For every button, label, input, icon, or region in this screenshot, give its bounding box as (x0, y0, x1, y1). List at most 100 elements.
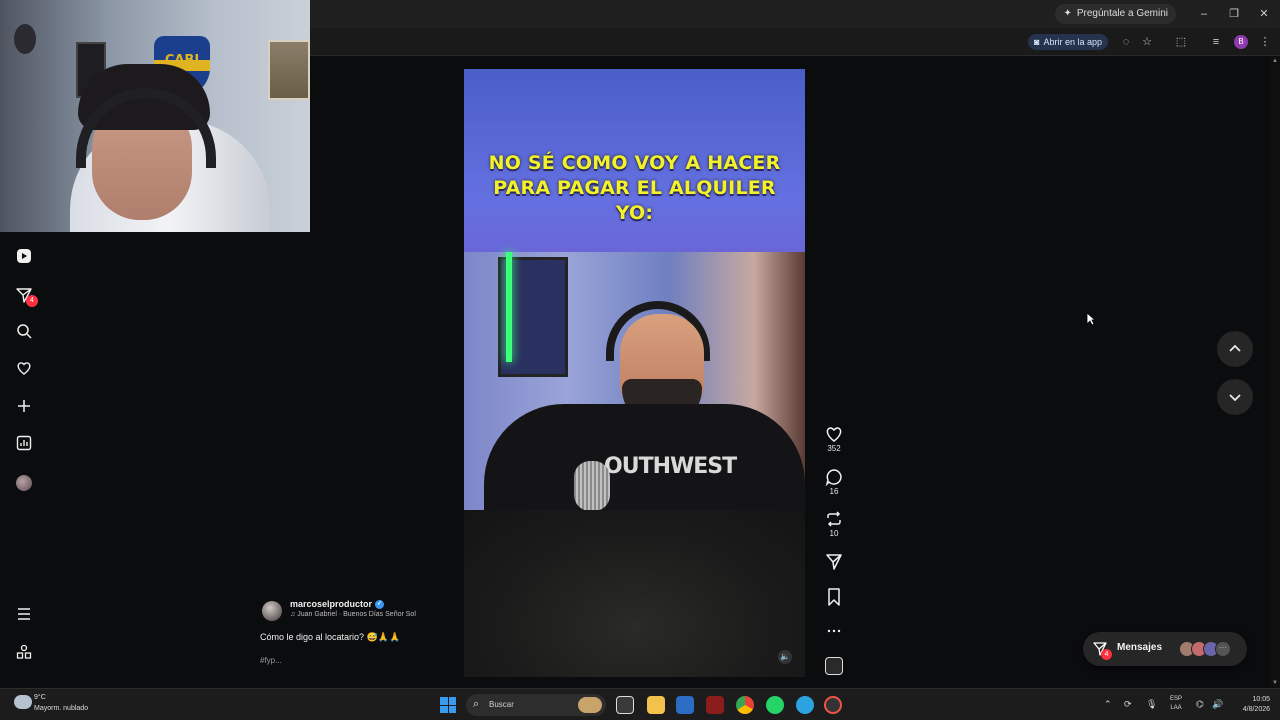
windows-start-icon[interactable] (440, 697, 456, 713)
weather-cloud-icon[interactable] (14, 695, 32, 709)
tray-chevron-up-icon[interactable]: ⌃ (1104, 699, 1112, 710)
like-action[interactable]: 352 (824, 425, 844, 453)
shirt-text: OUTHWEST (604, 454, 737, 479)
direct-notification-badge: 4 (26, 295, 38, 307)
mute-toggle-icon[interactable]: 🔈 (778, 650, 792, 664)
more-apps-icon[interactable] (14, 644, 34, 664)
search-icon: ⌕ (473, 698, 480, 710)
like-count: 352 (827, 444, 841, 453)
comment-count: 16 (829, 487, 839, 496)
bookmark-icon (828, 588, 840, 606)
app-shield-icon[interactable] (706, 696, 724, 714)
browser-menu-icon[interactable]: ⋮ (1257, 34, 1273, 50)
chrome-icon[interactable] (736, 696, 754, 714)
weather-description[interactable]: Mayorm. nublado (34, 705, 88, 712)
search-icon[interactable] (14, 323, 34, 343)
gemini-icon: ✦ (1063, 8, 1072, 19)
chevron-up-icon (1229, 344, 1241, 352)
insights-icon[interactable] (14, 435, 34, 455)
taskbar-search[interactable]: ⌕ Buscar (466, 694, 606, 716)
video-microphone (574, 461, 610, 511)
app-icon[interactable] (676, 696, 694, 714)
task-view-icon[interactable] (616, 696, 634, 714)
tray-mic-icon[interactable]: 🎙 (1146, 699, 1157, 710)
scroll-down-icon[interactable]: ▼ (1272, 680, 1278, 686)
more-avatars-icon: ··· (1215, 641, 1231, 657)
keyboard-layout: LAA (1170, 705, 1182, 711)
gemini-button[interactable]: ✦ Pregúntale a Gemini (1055, 4, 1176, 24)
search-highlight-icon (578, 697, 602, 713)
create-icon[interactable] (14, 398, 34, 418)
open-in-app-label: Abrir en la app (1043, 37, 1102, 47)
repost-action[interactable]: 10 (824, 510, 844, 538)
reel-video[interactable]: NO SÉ COMO VOY A HACER PARA PAGAR EL ALQ… (464, 69, 805, 677)
share-action[interactable] (824, 553, 844, 571)
previous-reel-button[interactable] (1217, 331, 1253, 367)
messages-label: Mensajes (1117, 642, 1163, 653)
wall-clock (14, 24, 36, 54)
post-author[interactable]: marcoselproductor ✓ (290, 599, 385, 610)
reels-icon[interactable] (14, 248, 34, 268)
post-tags[interactable]: #fyp... (260, 656, 282, 665)
caption-line-2: PARA PAGAR EL ALQUILER (493, 177, 776, 199)
weather-temperature[interactable]: 9°C (34, 694, 46, 701)
verified-badge-icon: ✓ (375, 600, 385, 610)
media-control-icon[interactable]: ≡ (1208, 34, 1224, 50)
restore-button[interactable]: ❐ (1226, 6, 1242, 22)
more-options-icon (827, 629, 841, 633)
clock-date: 4/8/2026 (1242, 706, 1270, 713)
taskbar-clock[interactable]: 10:05 4/8/2026 (1230, 695, 1270, 715)
bookmark-star-icon[interactable]: ☆ (1139, 34, 1155, 50)
post-caption: Cómo le digo al locatario? 😅🙏🙏 (260, 632, 401, 642)
webcam-overlay: CABJ (0, 0, 310, 232)
reel-blurred-area (464, 510, 805, 677)
menu-icon[interactable] (14, 606, 34, 626)
scroll-up-icon[interactable]: ▲ (1272, 58, 1278, 64)
gemini-label: Pregúntale a Gemini (1076, 8, 1168, 19)
audio-thumbnail[interactable] (825, 657, 843, 675)
next-reel-button[interactable] (1217, 379, 1253, 415)
minimize-button[interactable]: – (1196, 6, 1212, 22)
tray-volume-icon[interactable]: 🔊 (1212, 699, 1223, 710)
tray-network-icon[interactable]: ⌬ (1196, 699, 1204, 710)
telegram-icon[interactable] (796, 696, 814, 714)
file-explorer-icon[interactable] (647, 696, 665, 714)
repost-count: 10 (829, 529, 839, 538)
video-led-light (506, 252, 512, 362)
caption-line-3: YO: (615, 202, 654, 224)
mouse-cursor-icon (1086, 312, 1096, 326)
post-audio[interactable]: ♫ Juan Gabriel · Buenos Días Señor Sol (290, 611, 416, 618)
clock-time: 10:05 (1252, 696, 1270, 703)
comment-icon (825, 469, 842, 486)
more-options-action[interactable] (824, 622, 844, 640)
chevron-down-icon (1229, 394, 1241, 402)
language-indicator[interactable]: ESP LAA (1170, 695, 1182, 713)
author-name[interactable]: marcoselproductor (290, 599, 372, 609)
repost-icon (827, 511, 841, 527)
share-icon (826, 554, 842, 570)
save-action[interactable] (824, 588, 844, 606)
app-red-icon[interactable] (824, 696, 842, 714)
heart-icon (826, 427, 842, 442)
taskbar-search-placeholder: Buscar (489, 700, 514, 709)
extensions-icon[interactable]: ⬚ (1173, 34, 1189, 50)
whatsapp-icon[interactable] (766, 696, 784, 714)
instagram-icon: ◙ (1034, 37, 1040, 47)
messages-notification-badge: 4 (1101, 649, 1112, 660)
open-in-app-button[interactable]: ◙ Abrir en la app (1028, 34, 1108, 50)
caption-line-1: NO SÉ COMO VOY A HACER (488, 152, 781, 174)
page-scrollbar[interactable]: ▲ ▼ (1270, 56, 1280, 688)
profile-avatar[interactable] (16, 475, 32, 491)
heart-icon[interactable] (14, 360, 34, 380)
wall-picture (268, 40, 310, 100)
windows-taskbar: 9°C Mayorm. nublado ⌕ Buscar ⌃ ⟳ 🎙 ESP L… (0, 688, 1280, 720)
comment-action[interactable]: 16 (824, 468, 844, 496)
author-avatar[interactable] (262, 601, 282, 621)
language-code: ESP (1170, 696, 1183, 702)
close-window-button[interactable]: ✕ (1256, 6, 1272, 22)
eye-off-icon[interactable]: ◌ (1118, 34, 1134, 50)
tray-sync-icon[interactable]: ⟳ (1124, 699, 1132, 710)
messages-button[interactable]: 4 Mensajes ··· (1083, 632, 1247, 666)
profile-avatar-button[interactable]: B (1234, 35, 1248, 49)
reel-caption-text: NO SÉ COMO VOY A HACER PARA PAGAR EL ALQ… (464, 151, 805, 226)
